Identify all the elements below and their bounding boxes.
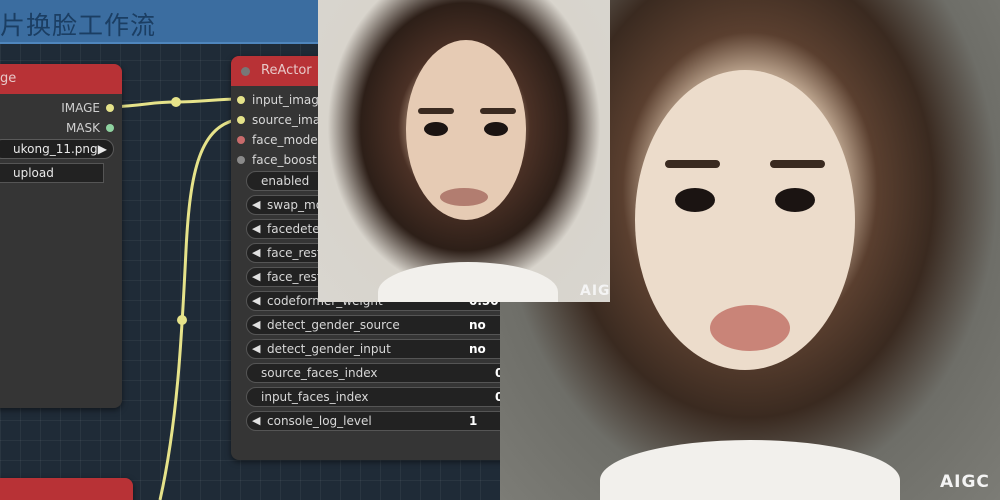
arrow-left-icon[interactable]: ◀ [252,292,260,310]
widget-source-faces-index-label: source_faces_index [261,366,378,380]
mouth [710,305,790,351]
arrow-left-icon[interactable]: ◀ [252,220,260,238]
node-status-dot-icon[interactable] [241,67,250,76]
widget-console-log-level-label: console_log_level [267,414,372,428]
eyebrow-right [770,160,825,168]
eye-right [775,188,815,212]
input-slot-input-image[interactable]: input_image [237,93,326,107]
output-slot-image[interactable]: IMAGE [61,101,114,115]
watermark-left: AIGC [580,283,610,299]
widget-console-log-level-value: 1 [469,414,478,428]
widget-detect-gender-source-value: no [469,318,486,332]
wire-reroute-dot-2 [177,315,187,325]
input-slot-face-boost-label: face_boost [252,153,317,167]
bottom-node[interactable] [0,478,133,500]
wire-source-image [158,117,241,500]
mouth [440,188,488,206]
widget-swap-model-label: swap_mo [267,198,324,212]
load-image-node[interactable]: ge IMAGE MASK ukong_11.png ▶ upload [0,64,122,408]
image-file-value: ukong_11.png [13,142,98,156]
input-slot-source-image-dot[interactable] [237,116,245,124]
arrow-left-icon[interactable]: ◀ [252,340,260,358]
shirt [378,262,558,302]
source-image-preview: AIGC [318,0,610,302]
load-image-node-title[interactable]: ge [0,64,122,94]
arrow-left-icon[interactable]: ◀ [252,412,260,430]
input-slot-face-boost[interactable]: face_boost [237,153,317,167]
input-slot-face-model-dot[interactable] [237,136,245,144]
arrow-left-icon[interactable]: ◀ [252,196,260,214]
chevron-right-icon[interactable]: ▶ [98,140,107,158]
widget-detect-gender-input-label: detect_gender_input [267,342,391,356]
eyebrow-right [480,108,516,114]
widget-input-faces-index-label: input_faces_index [261,390,369,404]
input-slot-face-model[interactable]: face_model [237,133,321,147]
arrow-left-icon[interactable]: ◀ [252,244,260,262]
bottom-node-header[interactable] [0,478,133,500]
shirt [600,440,900,500]
eyebrow-left [418,108,454,114]
widget-enabled-label: enabled [261,174,310,188]
wire-reroute-dot [171,97,181,107]
input-slot-face-boost-dot[interactable] [237,156,245,164]
arrow-left-icon[interactable]: ◀ [252,316,260,334]
watermark-right: AIGC [940,472,990,492]
widget-detect-gender-input-value: no [469,342,486,356]
widget-detect-gender-source-label: detect_gender_source [267,318,400,332]
output-slot-image-label: IMAGE [61,101,100,115]
image-file-select[interactable]: ukong_11.png ▶ [0,139,114,159]
arrow-left-icon[interactable]: ◀ [252,268,260,286]
input-slot-source-image[interactable]: source_imag [237,113,328,127]
eye-left [424,122,448,136]
eye-right [484,122,508,136]
eyebrow-left [665,160,720,168]
eye-left [675,188,715,212]
input-slot-input-image-label: input_image [252,93,327,107]
output-slot-mask-dot[interactable] [106,124,114,132]
input-slot-face-model-label: face_model [252,133,321,147]
upload-button[interactable]: upload [0,163,104,183]
output-slot-mask[interactable]: MASK [66,121,114,135]
upload-button-label: upload [13,166,54,180]
input-slot-source-image-label: source_imag [252,113,328,127]
output-slot-mask-label: MASK [65,121,100,135]
output-slot-image-dot[interactable] [106,104,114,112]
input-slot-input-image-dot[interactable] [237,96,245,104]
